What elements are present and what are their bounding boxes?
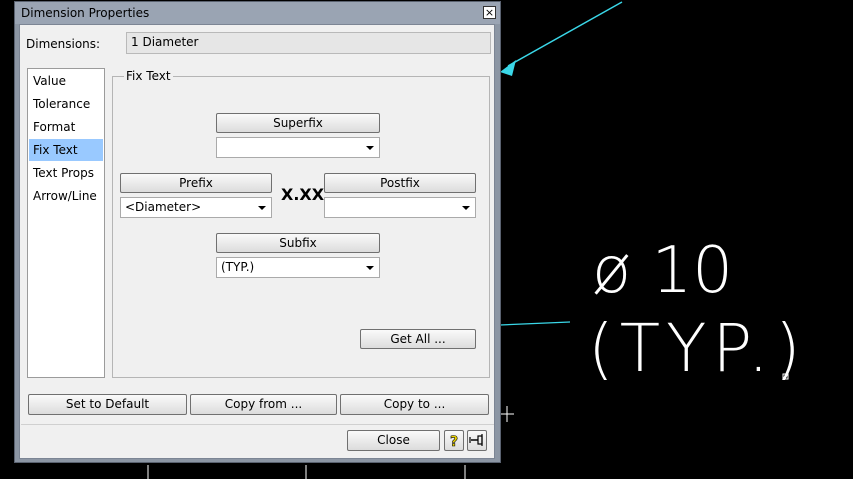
chevron-down-icon [462,206,470,210]
postfix-button[interactable]: Postfix [324,173,476,193]
cad-subfix-text: (TYP.) [588,310,807,387]
pin-button[interactable] [467,430,487,451]
subfix-button[interactable]: Subfix [216,233,380,253]
chevron-down-icon [258,206,266,210]
pin-icon [469,434,483,446]
prefix-select[interactable]: <Diameter> [120,197,272,218]
sidebar-item-format[interactable]: Format [29,116,103,138]
sidebar-item-tolerance[interactable]: Tolerance [29,93,103,115]
fix-text-group-title: Fix Text [124,69,173,83]
dimensions-label: Dimensions: [26,37,101,51]
cad-dimension-text: ø 10 [592,234,733,308]
dialog-titlebar[interactable]: Dimension Properties [15,2,500,24]
dimension-properties-dialog: Dimension Properties × Dimensions: 1 Dia… [14,1,501,463]
set-to-default-button[interactable]: Set to Default [28,394,187,415]
footer-divider [21,424,494,425]
get-all-button[interactable]: Get All ... [360,329,476,349]
leader-line [507,1,623,67]
dialog-title: Dimension Properties [21,6,150,20]
superfix-button[interactable]: Superfix [216,113,380,133]
dimension-line [499,321,571,326]
close-button[interactable]: Close [347,430,440,451]
prefix-value: <Diameter> [125,200,202,214]
copy-from-button[interactable]: Copy from ... [190,394,337,415]
copy-to-button[interactable]: Copy to ... [340,394,489,415]
help-icon: ? [450,434,459,451]
sidebar-item-arrow-line[interactable]: Arrow/Line [29,185,103,207]
category-list[interactable]: Value Tolerance Format Fix Text Text Pro… [27,68,105,378]
dialog-client-area: Dimensions: 1 Diameter Value Tolerance F… [19,24,495,459]
subfix-select[interactable]: (TYP.) [216,257,380,278]
subfix-value: (TYP.) [221,260,255,274]
help-button[interactable]: ? [444,430,464,451]
dimensions-field: 1 Diameter [126,32,491,54]
superfix-select[interactable] [216,137,380,158]
sidebar-item-fix-text[interactable]: Fix Text [29,139,103,161]
chevron-down-icon [366,266,374,270]
prefix-button[interactable]: Prefix [120,173,272,193]
chevron-down-icon [366,146,374,150]
sidebar-item-value[interactable]: Value [29,70,103,92]
postfix-select[interactable] [324,197,476,218]
value-placeholder: X.XX [281,185,325,204]
arrowhead [500,60,516,76]
close-icon[interactable]: × [483,6,496,19]
svg-text:?: ? [450,434,458,450]
sidebar-item-text-props[interactable]: Text Props [29,162,103,184]
